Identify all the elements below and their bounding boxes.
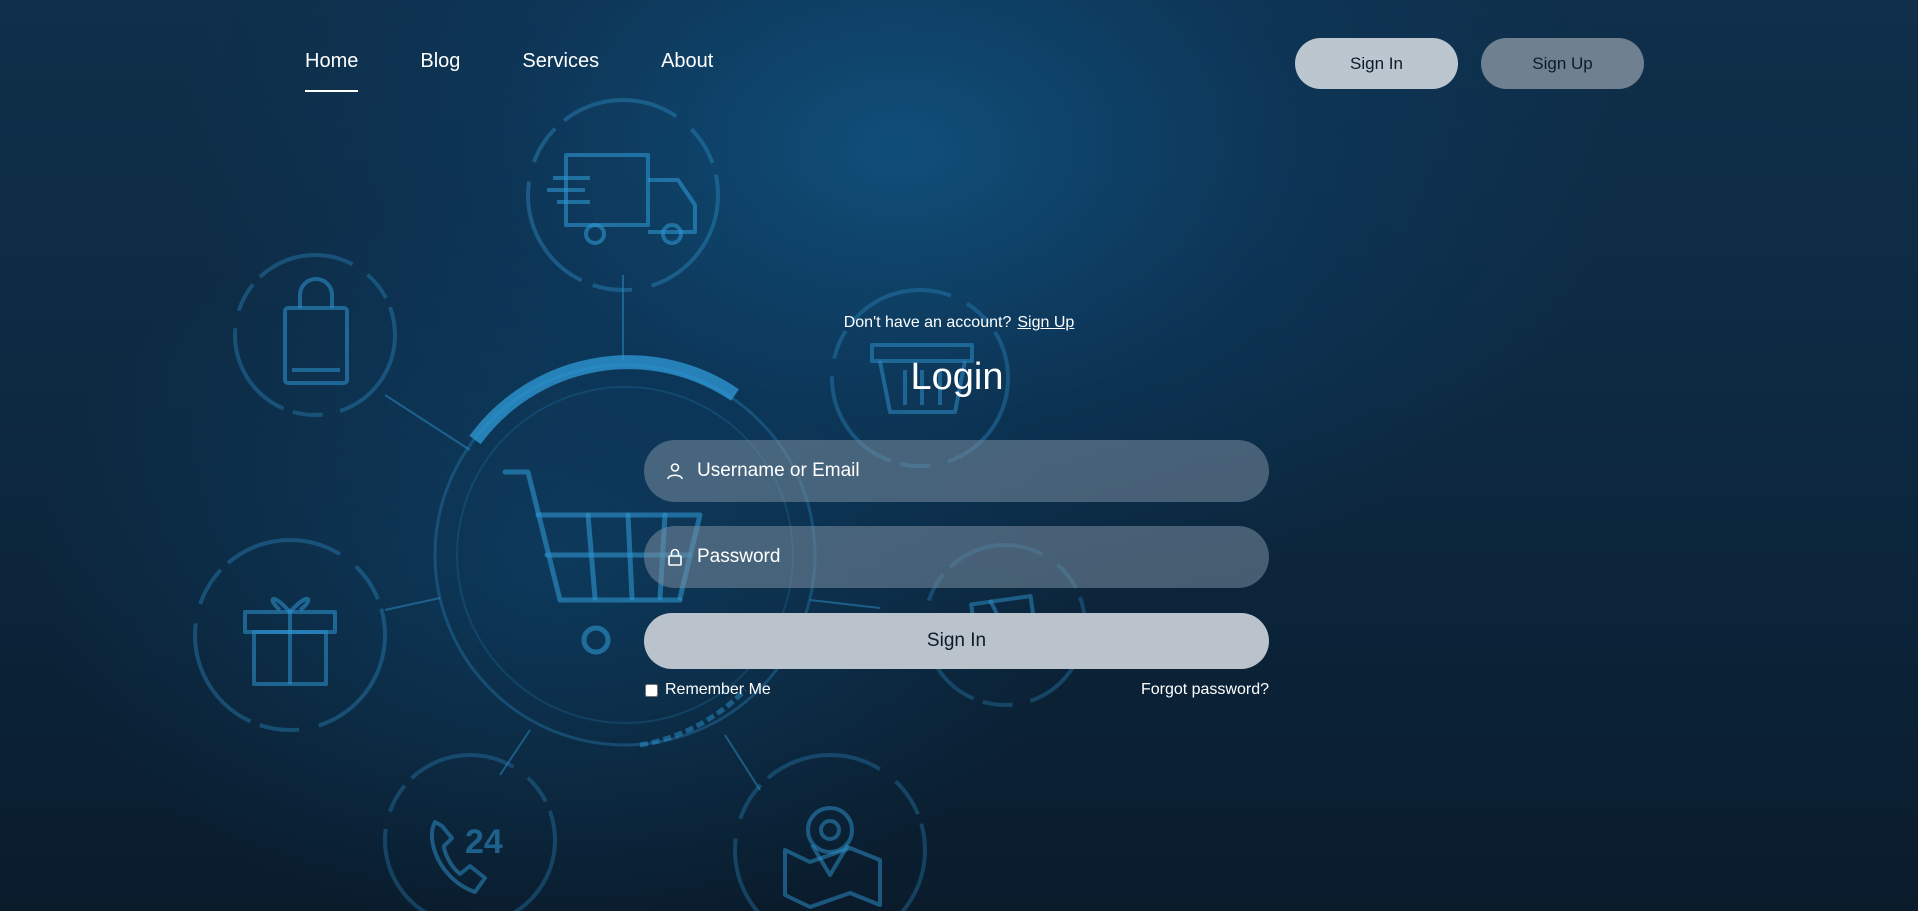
nav-link-blog[interactable]: Blog <box>420 48 460 94</box>
connector-line <box>809 599 881 609</box>
username-input[interactable] <box>695 450 1249 492</box>
gift-icon <box>193 538 387 732</box>
connector-line <box>384 394 471 451</box>
lock-icon <box>665 547 685 567</box>
nav-link-about[interactable]: About <box>661 48 713 94</box>
phone-24-glyph: 24 <box>465 823 503 861</box>
connector-line <box>384 597 441 611</box>
main-nav: Home Blog Services About <box>305 48 775 94</box>
signup-prompt-text: Don't have an account? <box>843 314 1012 331</box>
password-field[interactable] <box>644 526 1269 588</box>
remember-me-label: Remember Me <box>665 681 771 698</box>
nav-link-home[interactable]: Home <box>305 48 359 94</box>
signup-prompt: Don't have an account? Sign Up <box>0 314 1918 332</box>
login-submit-button[interactable]: Sign In <box>644 613 1269 669</box>
forgot-password-link[interactable]: Forgot password? <box>1100 681 1269 699</box>
map-pin-icon <box>733 753 927 911</box>
phone-24-icon: 24 <box>383 753 557 911</box>
nav-link-services[interactable]: Services <box>522 48 599 94</box>
remember-me[interactable]: Remember Me <box>644 681 771 699</box>
remember-me-checkbox[interactable] <box>645 683 658 697</box>
connector-line <box>499 729 531 776</box>
header-sign-up-button[interactable]: Sign Up <box>1481 38 1644 89</box>
signup-link[interactable]: Sign Up <box>1017 314 1074 331</box>
password-input[interactable] <box>695 536 1249 578</box>
connector-line <box>724 734 761 791</box>
username-field[interactable] <box>644 440 1269 502</box>
truck-icon <box>526 98 720 292</box>
header-sign-in-button[interactable]: Sign In <box>1295 38 1458 89</box>
user-icon <box>665 461 685 481</box>
login-title: Login <box>910 356 1004 398</box>
